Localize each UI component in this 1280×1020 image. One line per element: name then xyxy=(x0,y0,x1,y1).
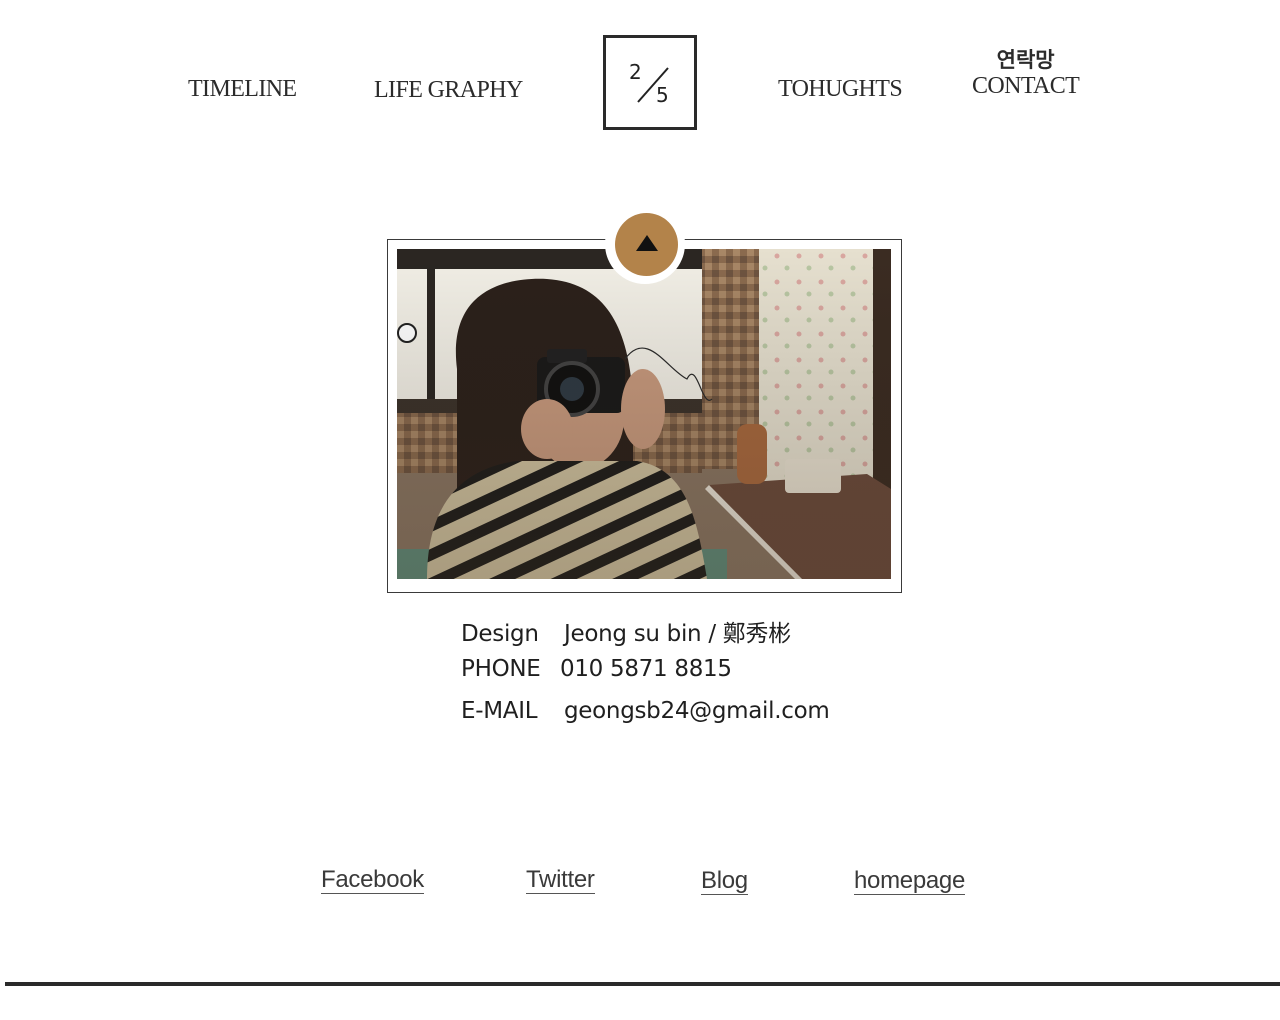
phone-label: PHONE xyxy=(461,656,541,682)
blog-link[interactable]: Blog xyxy=(701,868,748,895)
nav-contact-korean-label: 연락망 xyxy=(996,48,1055,72)
nav-life-graphy[interactable]: LIFE GRAPHY xyxy=(374,77,523,104)
scroll-up-button[interactable] xyxy=(605,204,685,284)
phone-row: PHONE 010 5871 8815 xyxy=(461,656,732,682)
email-value[interactable]: geongsb24@gmail.com xyxy=(564,698,830,724)
twitter-link[interactable]: Twitter xyxy=(526,867,595,894)
nav-timeline[interactable]: TIMELINE xyxy=(188,76,297,103)
bottom-divider xyxy=(5,982,1280,986)
nav-thoughts[interactable]: TOHUGHTS xyxy=(778,76,903,103)
photo-illustration xyxy=(397,249,891,579)
current-page-number: 2 xyxy=(629,60,642,84)
profile-photo xyxy=(397,249,891,579)
design-label: Design xyxy=(461,621,539,647)
triangle-up-icon xyxy=(636,235,658,251)
profile-photo-frame xyxy=(387,239,902,593)
phone-value: 010 5871 8815 xyxy=(560,656,732,682)
total-page-number: 5 xyxy=(656,83,669,107)
page-indicator: 2 5 xyxy=(603,35,697,130)
scroll-up-circle xyxy=(615,213,678,276)
email-label: E-MAIL xyxy=(461,698,538,724)
email-row: E-MAIL geongsb24@gmail.com xyxy=(461,698,830,724)
design-credit-row: Design Jeong su bin / 鄭秀彬 xyxy=(461,614,791,648)
slash-divider-icon xyxy=(637,67,669,103)
homepage-link[interactable]: homepage xyxy=(854,868,965,895)
facebook-link[interactable]: Facebook xyxy=(321,867,424,894)
design-value: Jeong su bin / 鄭秀彬 xyxy=(564,621,791,647)
nav-contact-label: CONTACT xyxy=(972,73,1080,99)
nav-contact[interactable]: 연락망 CONTACT xyxy=(972,48,1080,99)
